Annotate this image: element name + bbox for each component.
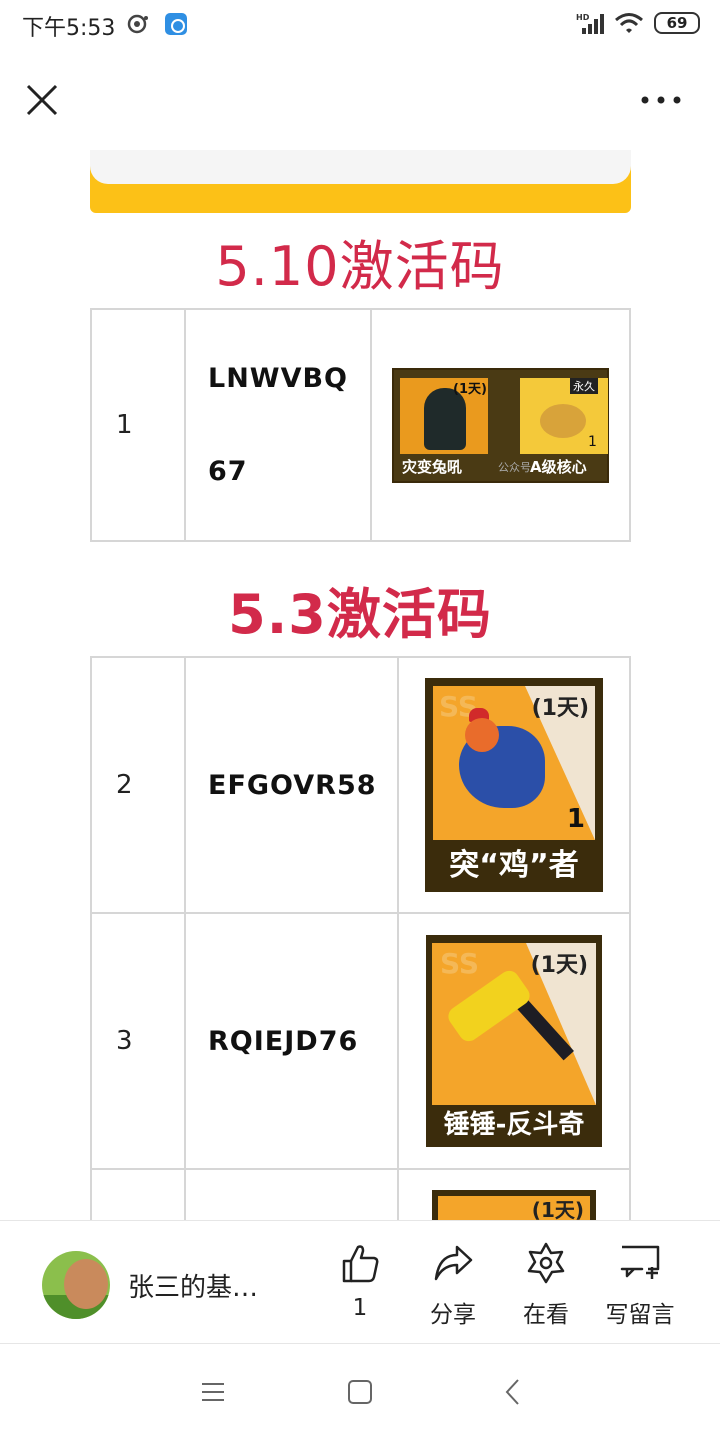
core-emblem [540, 403, 586, 438]
table-row: 2 EFGOVR58 SS (1天) 1 突“鸡”者 [90, 656, 631, 914]
row-number [90, 1168, 186, 1220]
share-icon [434, 1245, 473, 1281]
close-icon[interactable] [22, 80, 62, 120]
record-icon [127, 14, 148, 34]
reward-image-partial: (1天) [432, 1190, 596, 1220]
reward-image-cell: (1天) 永久 1 灾变兔吼 公众号 A级核心 [370, 308, 631, 542]
activation-code[interactable]: RQIEJD76 [184, 912, 399, 1170]
look-button[interactable]: 在看 [506, 1241, 586, 1329]
day-tag: (1天) [453, 381, 487, 397]
system-nav-bar [0, 1345, 720, 1440]
share-button[interactable]: 分享 [413, 1241, 493, 1329]
comment-plus-icon [620, 1245, 660, 1279]
day-tag: (1天) [530, 953, 588, 978]
row-number: 2 [90, 656, 186, 914]
item-label-core: A级核心 [530, 457, 587, 476]
home-icon[interactable] [345, 1377, 375, 1407]
day-tag: (1天) [531, 696, 589, 721]
wifi-icon [615, 13, 643, 33]
item-count: 1 [588, 433, 597, 450]
reward-image-rooster: SS (1天) 1 突“鸡”者 [425, 678, 603, 892]
menu-icon[interactable] [198, 1377, 228, 1407]
status-bar: 下午5:53 HD 69 [0, 0, 720, 50]
item-label-rabbit: 灾变兔吼 [402, 457, 463, 476]
reward-image-cell: (1天) [397, 1168, 631, 1220]
like-button[interactable]: 1 [320, 1241, 400, 1321]
comment-button[interactable]: 写留言 [600, 1241, 680, 1329]
table-row: 3 RQIEJD76 SS (1天) 锤锤-反斗奇 [90, 912, 631, 1170]
reward-image-cell: SS (1天) 1 突“鸡”者 [397, 656, 631, 914]
permanent-tag: 永久 [570, 377, 598, 394]
status-time: 下午5:53 [22, 16, 116, 41]
code-table-5-3: 2 EFGOVR58 SS (1天) 1 突“鸡”者 3 RQIEJD76 SS… [90, 656, 631, 1220]
section-title-5-10: 5.10激活码 [215, 235, 505, 298]
look-label: 在看 [523, 1302, 569, 1328]
avatar-face [64, 1259, 108, 1309]
article-content: 5.10激活码 1 LNWVBQ 67 (1天) 永久 1 灾变兔吼 公众号 A… [0, 150, 720, 1220]
share-label: 分享 [430, 1302, 476, 1328]
activation-code[interactable]: EFGOVR58 [184, 656, 399, 914]
thumbs-up-icon [342, 1245, 379, 1283]
table-row: 1 LNWVBQ 67 (1天) 永久 1 灾变兔吼 公众号 A级核心 [90, 308, 631, 542]
top-nav [0, 50, 720, 150]
more-dots-icon[interactable] [636, 86, 686, 114]
code-table-5-10: 1 LNWVBQ 67 (1天) 永久 1 灾变兔吼 公众号 A级核心 [90, 308, 631, 542]
hd-signal-icon: HD [576, 13, 604, 34]
rooster-head [465, 718, 499, 752]
reward-image-hammer: SS (1天) 锤锤-反斗奇 [426, 935, 602, 1147]
item-label: 突“鸡”者 [449, 848, 579, 883]
yellow-banner [90, 150, 631, 213]
article-action-bar: 张三的基… 1 分享 在看 写留言 [0, 1220, 720, 1344]
back-icon[interactable] [498, 1377, 528, 1407]
day-tag: (1天) [531, 1198, 584, 1220]
svg-text:HD: HD [576, 13, 590, 22]
row-number: 3 [90, 912, 186, 1170]
row-number: 1 [90, 308, 186, 542]
avatar[interactable] [42, 1251, 110, 1319]
code-line-1: LNWVBQ [208, 363, 349, 394]
app-notification-icon [165, 13, 187, 35]
section-title-5-3: 5.3激活码 [228, 583, 492, 646]
star-flower-icon [527, 1242, 565, 1284]
grade-mark: SS [440, 947, 480, 980]
code-line-2: 67 [208, 456, 248, 487]
item-label: 锤锤-反斗奇 [443, 1110, 585, 1140]
watermark: 公众号 [498, 460, 531, 474]
like-count: 1 [352, 1295, 368, 1321]
comment-label: 写留言 [605, 1302, 675, 1328]
character-figure [424, 387, 466, 450]
table-row: (1天) [90, 1168, 631, 1220]
activation-code[interactable] [184, 1168, 399, 1220]
activation-code[interactable]: LNWVBQ 67 [184, 308, 372, 542]
account-name[interactable]: 张三的基… [128, 1267, 258, 1304]
item-count: 1 [566, 804, 585, 834]
battery-icon: 69 [654, 12, 700, 34]
banner-inner [90, 150, 631, 184]
reward-image-cell: SS (1天) 锤锤-反斗奇 [397, 912, 631, 1170]
reward-image: (1天) 永久 1 灾变兔吼 公众号 A级核心 [392, 367, 609, 483]
